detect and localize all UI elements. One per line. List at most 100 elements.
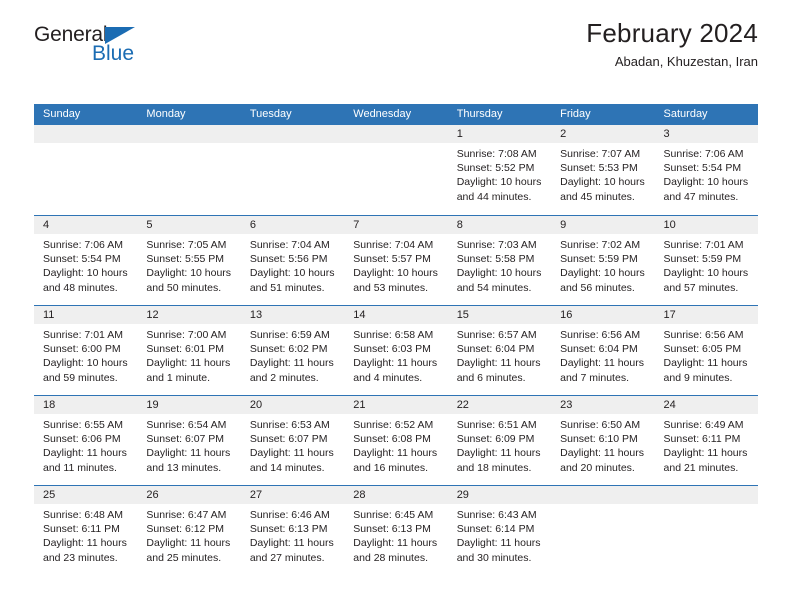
day-cell[interactable]: 28 Sunrise: 6:45 AM Sunset: 6:13 PM Dayligh… (344, 486, 448, 575)
day-number-band: 14 (344, 306, 448, 324)
day-number: 12 (146, 309, 159, 321)
daylight-line-1: Daylight: 11 hours (560, 447, 644, 460)
daylight-line-2: and 56 minutes. (560, 281, 635, 294)
sunrise-time: Sunrise: 6:58 AM (353, 329, 434, 341)
sunrise-time: Sunrise: 7:06 AM (43, 239, 123, 251)
sunrise-time: Sunrise: 6:45 AM (353, 509, 434, 521)
daylight-line-2: and 45 minutes. (560, 190, 635, 203)
day-cell-empty (137, 125, 241, 215)
day-cell[interactable]: 15 Sunrise: 6:57 AM Sunset: 6:04 PM Dayligh… (447, 306, 552, 395)
sunrise-time: Sunrise: 7:04 AM (353, 239, 434, 251)
sunset-time: Sunset: 6:12 PM (146, 523, 225, 536)
day-number-band: 1 (447, 125, 552, 143)
day-number-band: 12 (137, 306, 241, 324)
day-sun-info: Sunrise: 6:45 AM Sunset: 6:13 PM Daylight:… (344, 504, 447, 565)
sunset-time: Sunset: 5:54 PM (663, 162, 742, 175)
day-cell[interactable]: 22 Sunrise: 6:51 AM Sunset: 6:09 PM Dayligh… (447, 396, 552, 485)
day-cell[interactable]: 14 Sunrise: 6:58 AM Sunset: 6:03 PM Dayligh… (344, 306, 448, 395)
weekday-sunday: Sunday (43, 108, 81, 120)
day-cell[interactable]: 29 Sunrise: 6:43 AM Sunset: 6:14 PM Dayligh… (447, 486, 552, 575)
sunrise-time: Sunrise: 7:01 AM (43, 329, 123, 341)
day-sun-info: Sunrise: 6:53 AM Sunset: 6:07 PM Daylight:… (241, 414, 344, 475)
day-sun-info: Sunrise: 7:03 AM Sunset: 5:58 PM Daylight:… (448, 234, 551, 295)
daylight-line-1: Daylight: 10 hours (560, 267, 645, 280)
daylight-line-1: Daylight: 11 hours (663, 357, 748, 370)
daylight-line-2: and 23 minutes. (43, 551, 118, 564)
daylight-line-1: Daylight: 10 hours (146, 267, 232, 280)
sunrise-time: Sunrise: 6:54 AM (146, 419, 227, 431)
day-cell[interactable]: 8 Sunrise: 7:03 AM Sunset: 5:58 PM Daylight… (447, 216, 552, 305)
day-cell[interactable]: 17 Sunrise: 6:56 AM Sunset: 6:05 PM Dayligh… (654, 306, 758, 395)
daylight-line-2: and 20 minutes. (560, 461, 635, 474)
day-cell-empty (34, 125, 138, 215)
day-cell[interactable]: 21 Sunrise: 6:52 AM Sunset: 6:08 PM Dayligh… (344, 396, 448, 485)
sunset-time: Sunset: 5:59 PM (663, 253, 742, 266)
daylight-line-2: and 59 minutes. (43, 371, 118, 384)
sunrise-time: Sunrise: 6:50 AM (560, 419, 641, 431)
day-cell-empty (240, 125, 345, 215)
sunrise-time: Sunrise: 6:52 AM (353, 419, 434, 431)
day-cell[interactable]: 12 Sunrise: 7:00 AM Sunset: 6:01 PM Dayligh… (137, 306, 241, 395)
day-number-band: 19 (137, 396, 241, 414)
day-number-band: 21 (344, 396, 448, 414)
day-cell[interactable]: 13 Sunrise: 6:59 AM Sunset: 6:02 PM Dayligh… (240, 306, 345, 395)
daylight-line-2: and 54 minutes. (456, 281, 532, 294)
day-cell[interactable]: 2 Sunrise: 7:07 AM Sunset: 5:53 PM Daylight… (551, 125, 655, 215)
day-cell[interactable]: 18 Sunrise: 6:55 AM Sunset: 6:06 PM Dayligh… (34, 396, 138, 485)
day-cell[interactable]: 6 Sunrise: 7:04 AM Sunset: 5:56 PM Daylight… (240, 216, 345, 305)
day-cell[interactable]: 20 Sunrise: 6:53 AM Sunset: 6:07 PM Dayligh… (240, 396, 345, 485)
daylight-line-1: Daylight: 11 hours (663, 447, 748, 460)
day-cell[interactable]: 9 Sunrise: 7:02 AM Sunset: 5:59 PM Daylight… (551, 216, 655, 305)
day-cell[interactable]: 27 Sunrise: 6:46 AM Sunset: 6:13 PM Dayligh… (240, 486, 345, 575)
sunset-time: Sunset: 6:09 PM (456, 433, 535, 446)
day-cell[interactable]: 24 Sunrise: 6:49 AM Sunset: 6:11 PM Dayligh… (654, 396, 758, 485)
day-sun-info: Sunrise: 6:56 AM Sunset: 6:05 PM Daylight:… (655, 324, 758, 385)
daylight-line-1: Daylight: 11 hours (353, 447, 438, 460)
day-cell[interactable]: 7 Sunrise: 7:04 AM Sunset: 5:57 PM Daylight… (344, 216, 448, 305)
sunrise-time: Sunrise: 6:59 AM (249, 329, 330, 341)
logo-text-blue: Blue (92, 42, 135, 65)
day-cell[interactable]: 23 Sunrise: 6:50 AM Sunset: 6:10 PM Dayligh… (551, 396, 655, 485)
week-row: 18 Sunrise: 6:55 AM Sunset: 6:06 PM Dayligh… (34, 395, 758, 485)
day-sun-info: Sunrise: 7:08 AM Sunset: 5:52 PM Daylight:… (448, 143, 551, 204)
day-number-band: 9 (551, 216, 655, 234)
day-cell[interactable]: 19 Sunrise: 6:54 AM Sunset: 6:07 PM Dayligh… (137, 396, 241, 485)
sunrise-time: Sunrise: 6:48 AM (43, 509, 123, 521)
daylight-line-2: and 9 minutes. (663, 371, 733, 384)
day-cell[interactable]: 26 Sunrise: 6:47 AM Sunset: 6:12 PM Dayligh… (137, 486, 241, 575)
day-cell[interactable]: 16 Sunrise: 6:56 AM Sunset: 6:04 PM Dayligh… (551, 306, 655, 395)
sunset-time: Sunset: 6:05 PM (663, 343, 742, 356)
day-cell[interactable]: 25 Sunrise: 6:48 AM Sunset: 6:11 PM Dayligh… (34, 486, 138, 575)
day-cell[interactable]: 3 Sunrise: 7:06 AM Sunset: 5:54 PM Daylight… (654, 125, 758, 215)
day-sun-info: Sunrise: 7:04 AM Sunset: 5:56 PM Daylight:… (241, 234, 344, 295)
day-cell[interactable]: 1 Sunrise: 7:08 AM Sunset: 5:52 PM Daylight… (447, 125, 552, 215)
day-number: 2 (560, 128, 567, 140)
day-number-band: 29 (447, 486, 552, 504)
daylight-line-2: and 27 minutes. (249, 551, 325, 564)
weekday-saturday: Saturday (663, 108, 708, 120)
daylight-line-1: Daylight: 11 hours (353, 357, 438, 370)
day-cell[interactable]: 10 Sunrise: 7:01 AM Sunset: 5:59 PM Dayligh… (654, 216, 758, 305)
day-number: 23 (560, 399, 573, 411)
day-number: 7 (353, 219, 360, 231)
day-sun-info: Sunrise: 7:07 AM Sunset: 5:53 PM Daylight:… (551, 143, 654, 204)
day-number-band: 16 (551, 306, 655, 324)
daylight-line-2: and 50 minutes. (146, 281, 222, 294)
daylight-line-2: and 11 minutes. (43, 461, 117, 474)
day-cell[interactable]: 11 Sunrise: 7:01 AM Sunset: 6:00 PM Dayligh… (34, 306, 138, 395)
sunset-time: Sunset: 5:52 PM (456, 162, 535, 175)
day-sun-info: Sunrise: 6:52 AM Sunset: 6:08 PM Daylight:… (344, 414, 447, 475)
title-block: February 2024 Abadan, Khuzestan, Iran (586, 18, 758, 71)
sunset-time: Sunset: 6:04 PM (456, 343, 535, 356)
day-number: 9 (560, 219, 567, 231)
sunset-time: Sunset: 6:03 PM (353, 343, 431, 356)
sunrise-time: Sunrise: 6:46 AM (249, 509, 330, 521)
day-cell[interactable]: 5 Sunrise: 7:05 AM Sunset: 5:55 PM Daylight… (137, 216, 241, 305)
day-number: 24 (663, 399, 676, 411)
sunrise-time: Sunrise: 7:07 AM (560, 148, 641, 160)
day-cell[interactable]: 4 Sunrise: 7:06 AM Sunset: 5:54 PM Daylight… (34, 216, 138, 305)
day-number: 14 (353, 309, 366, 321)
sunrise-time: Sunrise: 6:57 AM (456, 329, 537, 341)
daylight-line-1: Daylight: 11 hours (456, 357, 541, 370)
day-number-band: 10 (654, 216, 758, 234)
